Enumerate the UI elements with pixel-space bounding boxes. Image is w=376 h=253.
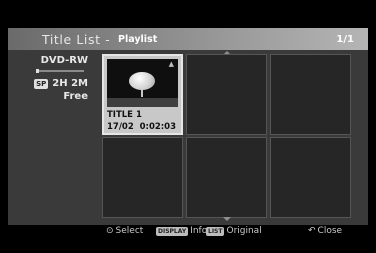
page-title: Title List - xyxy=(42,32,110,47)
scroll-down-icon[interactable] xyxy=(223,217,231,221)
title-cell-empty[interactable] xyxy=(186,54,267,135)
free-label: Free xyxy=(63,91,88,102)
title-cell-empty[interactable] xyxy=(270,137,351,218)
list-key: LIST xyxy=(206,226,225,236)
page-count: 1/1 xyxy=(336,34,354,45)
rec-mode-badge: SP xyxy=(34,78,49,89)
title-cell-empty[interactable] xyxy=(102,137,183,218)
thumbnail-bowl xyxy=(129,72,155,90)
title-cell-empty[interactable] xyxy=(186,137,267,218)
display-hint: DISPLAY Info xyxy=(156,226,207,236)
capacity-bar xyxy=(36,69,84,73)
title-thumbnail: ▲ xyxy=(107,59,178,107)
title-separator: - xyxy=(105,32,111,47)
page-subtitle: Playlist xyxy=(118,34,158,45)
original-label: Original xyxy=(226,226,262,236)
select-enter-icon: ⊙ xyxy=(106,226,114,236)
thumbnail-ground xyxy=(107,98,178,107)
list-hint: LIST Original xyxy=(206,226,262,236)
footer-help: ⊙ Select DISPLAY Info LIST Original ↶ Cl… xyxy=(8,225,368,239)
info-label: Info xyxy=(190,226,208,236)
thumbnail-marker-icon: ▲ xyxy=(168,60,174,68)
title-name: TITLE 1 xyxy=(107,110,142,120)
title-text: Title List xyxy=(42,32,101,47)
title-cell-empty[interactable] xyxy=(270,54,351,135)
close-hint: ↶ Close xyxy=(308,226,342,236)
title-duration: 0:02:03 xyxy=(139,122,176,132)
disc-type: DVD-RW xyxy=(40,55,88,66)
title-grid: ▲ TITLE 1 17/02 0:02:03 xyxy=(102,54,351,222)
title-cell-1[interactable]: ▲ TITLE 1 17/02 0:02:03 xyxy=(102,54,183,135)
header-bar: Title List - Playlist 1/1 xyxy=(8,28,368,50)
return-icon: ↶ xyxy=(308,226,316,236)
title-date: 17/02 xyxy=(107,122,134,132)
select-hint: ⊙ Select xyxy=(106,226,143,236)
display-key: DISPLAY xyxy=(156,226,189,236)
remaining-time: 2H 2M xyxy=(52,78,88,89)
close-label: Close xyxy=(317,226,343,236)
recording-mode: SP 2H 2M xyxy=(34,78,88,89)
disc-info-panel: DVD-RW SP 2H 2M Free xyxy=(8,53,96,223)
title-list-screen: Title List - Playlist 1/1 DVD-RW SP 2H 2… xyxy=(0,0,376,253)
select-label: Select xyxy=(115,226,144,236)
